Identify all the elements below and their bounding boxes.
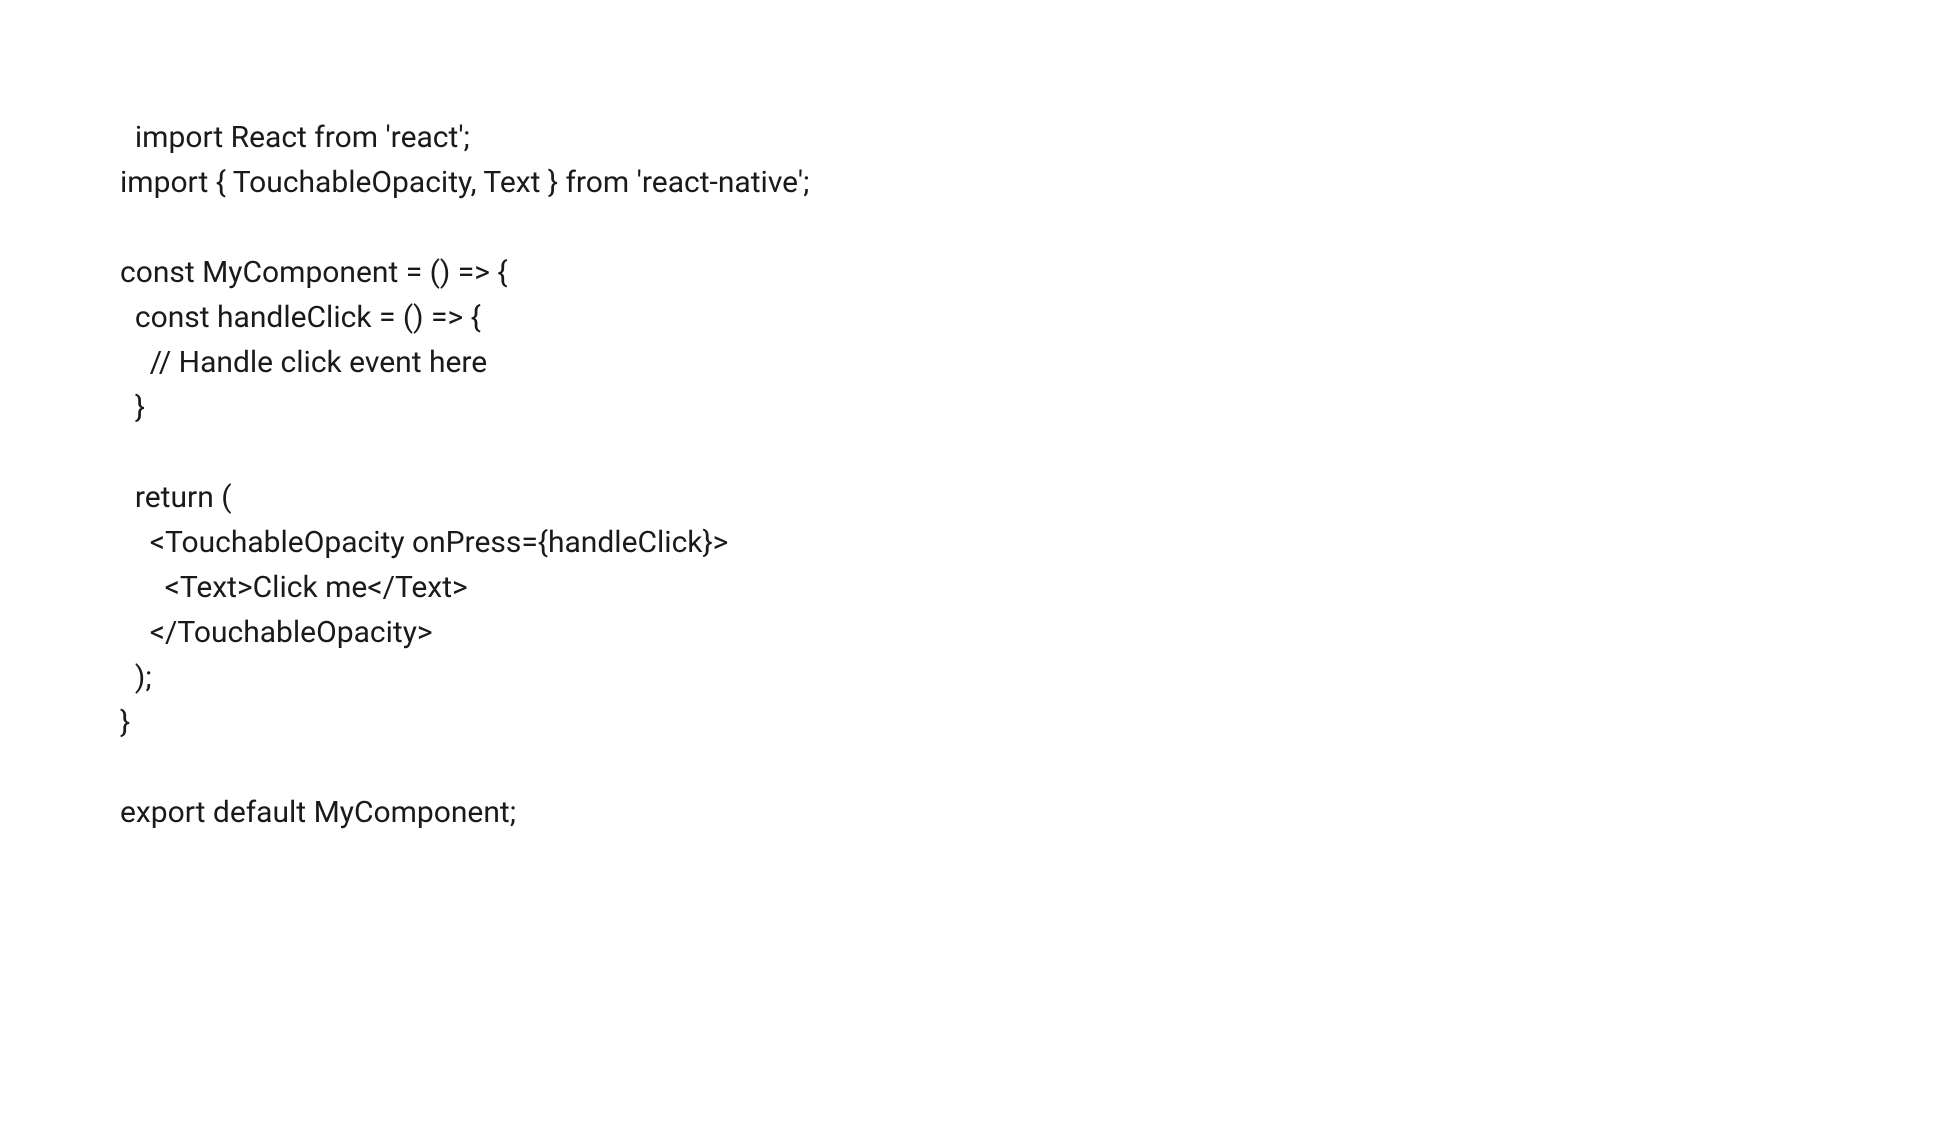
code-line: import React from 'react';	[135, 120, 470, 155]
code-block: import React from 'react'; import { Touc…	[120, 70, 1830, 835]
code-line: }	[120, 390, 145, 425]
code-line: export default MyComponent;	[120, 795, 516, 830]
code-line: return (	[120, 480, 231, 515]
code-line: }	[120, 705, 130, 740]
code-line: </TouchableOpacity>	[120, 615, 433, 650]
code-line: // Handle click event here	[120, 345, 487, 380]
code-line: );	[120, 660, 152, 695]
code-line: const handleClick = () => {	[120, 300, 481, 335]
code-line: import { TouchableOpacity, Text } from '…	[120, 165, 809, 200]
code-line: <TouchableOpacity onPress={handleClick}>	[120, 525, 728, 560]
code-line: <Text>Click me</Text>	[120, 570, 468, 605]
code-line: const MyComponent = () => {	[120, 255, 508, 290]
